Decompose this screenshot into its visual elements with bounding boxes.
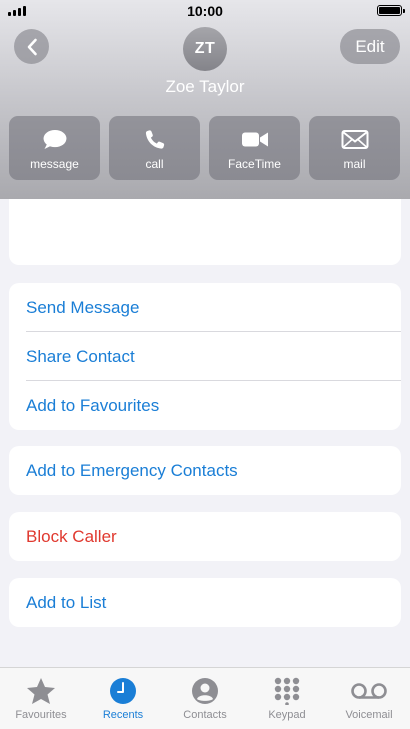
back-button[interactable]	[14, 29, 49, 64]
contact-header: ZT Edit Zoe Taylor message call FaceTime	[0, 0, 410, 199]
list-group: Add to List	[9, 578, 401, 627]
send-message-row[interactable]: Send Message	[9, 283, 401, 332]
envelope-icon	[341, 130, 368, 149]
avatar: ZT	[183, 27, 227, 71]
keypad-icon	[274, 677, 300, 705]
call-action-button[interactable]: call	[109, 116, 200, 180]
contact-actions-group: Send Message Share Contact Add to Favour…	[9, 283, 401, 430]
status-bar: 10:00	[0, 0, 410, 22]
quick-actions: message call FaceTime mail	[9, 116, 401, 180]
tab-label: Contacts	[183, 709, 227, 721]
add-to-list-row[interactable]: Add to List	[9, 578, 401, 627]
chevron-left-icon	[27, 38, 37, 55]
voicemail-icon	[351, 683, 387, 699]
tab-label: Voicemail	[345, 709, 393, 721]
clock-icon	[110, 678, 136, 704]
video-camera-icon	[241, 132, 268, 147]
message-action-button[interactable]: message	[9, 116, 100, 180]
edit-button[interactable]: Edit	[340, 29, 400, 64]
status-time: 10:00	[187, 3, 223, 19]
tab-contacts[interactable]: Contacts	[164, 668, 246, 729]
action-label: mail	[343, 157, 366, 171]
message-bubble-icon	[43, 129, 66, 150]
phone-icon	[145, 130, 164, 149]
facetime-action-button[interactable]: FaceTime	[209, 116, 300, 180]
person-icon	[192, 678, 218, 704]
mail-action-button[interactable]: mail	[309, 116, 400, 180]
add-to-emergency-contacts-row[interactable]: Add to Emergency Contacts	[9, 446, 401, 495]
tab-label: Recents	[102, 709, 144, 721]
star-icon	[27, 678, 55, 704]
tab-bar: Favourites Recents Contacts Keypad Voice…	[0, 667, 410, 729]
block-group: Block Caller	[9, 512, 401, 561]
tab-recents[interactable]: Recents	[82, 668, 164, 729]
tab-label: Favourites	[15, 709, 67, 721]
tab-favourites[interactable]: Favourites	[0, 668, 82, 729]
add-to-favourites-row[interactable]: Add to Favourites	[9, 381, 401, 430]
emergency-group: Add to Emergency Contacts	[9, 446, 401, 495]
share-contact-row[interactable]: Share Contact	[9, 332, 401, 381]
action-label: FaceTime	[228, 157, 281, 171]
tab-label: Keypad	[268, 709, 306, 721]
tab-voicemail[interactable]: Voicemail	[328, 668, 410, 729]
action-label: call	[145, 157, 164, 171]
block-caller-row[interactable]: Block Caller	[9, 512, 401, 561]
battery-icon	[377, 5, 405, 16]
action-label: message	[30, 157, 79, 171]
tab-keypad[interactable]: Keypad	[246, 668, 328, 729]
contact-name: Zoe Taylor	[165, 77, 245, 96]
